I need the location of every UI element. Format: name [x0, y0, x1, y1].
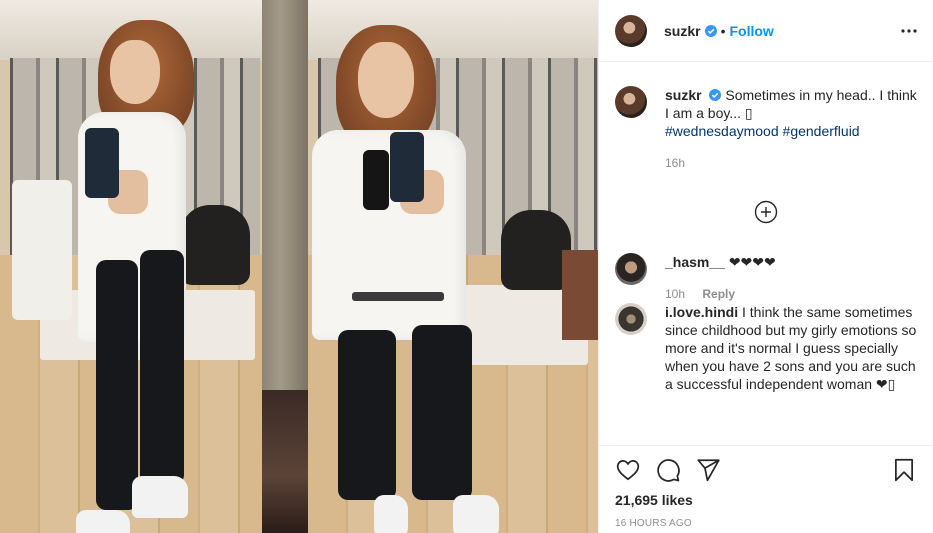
comments-section: suzkr Sometimes in my head.. I think I a…	[599, 62, 933, 445]
comment-username[interactable]: _hasm__	[665, 254, 725, 270]
load-more-comments[interactable]	[615, 200, 917, 227]
photo-left-panel	[0, 0, 262, 533]
reply-button[interactable]: Reply	[702, 287, 735, 301]
photo-right-panel	[308, 0, 598, 533]
verified-badge-icon	[709, 89, 722, 101]
post-header: suzkr • Follow	[599, 0, 933, 62]
caption-time[interactable]: 16h	[665, 156, 685, 170]
caption-username[interactable]: suzkr	[665, 87, 702, 103]
author-avatar[interactable]	[615, 14, 647, 47]
separator-dot: •	[720, 22, 726, 39]
comment-item: _hasm__ ❤❤❤❤ 10h Reply	[615, 253, 917, 303]
hashtag-link[interactable]: #wednesdaymood	[665, 123, 779, 139]
comment-text: ❤❤❤❤	[728, 254, 776, 270]
caption-text: Sometimes in my head.. I think I am a bo…	[665, 87, 917, 121]
post-timestamp[interactable]: 16 HOURS AGO	[615, 518, 917, 529]
post-actions: 21,695 likes 16 HOURS AGO	[599, 445, 933, 533]
follow-button[interactable]: Follow	[729, 23, 773, 39]
caption-avatar[interactable]	[615, 86, 647, 118]
author-username[interactable]: suzkr	[664, 23, 701, 39]
post-view: suzkr • Follow suzkr Sometimes in my hea…	[0, 0, 933, 533]
caption-emoji: ▯	[744, 105, 753, 121]
post-sidebar: suzkr • Follow suzkr Sometimes in my hea…	[598, 0, 933, 533]
hashtag-link[interactable]: #genderfluid	[783, 123, 860, 139]
share-icon[interactable]	[695, 457, 721, 483]
post-photo[interactable]	[0, 0, 598, 533]
bookmark-icon[interactable]	[891, 457, 917, 483]
comment-username[interactable]: i.love.hindi	[665, 304, 738, 320]
likes-count[interactable]: 21,695 likes	[615, 492, 917, 508]
commenter-avatar[interactable]	[615, 253, 647, 285]
commenter-avatar[interactable]	[615, 303, 647, 335]
comment-icon[interactable]	[655, 457, 681, 483]
heart-icon[interactable]	[615, 457, 641, 483]
comment-time[interactable]: 10h	[665, 287, 685, 301]
more-horizontal-icon[interactable]	[901, 28, 917, 33]
verified-badge-icon	[704, 24, 717, 37]
caption: suzkr Sometimes in my head.. I think I a…	[615, 86, 917, 172]
plus-circle-icon[interactable]	[754, 200, 778, 227]
comment-item: i.love.hindi I think the same sometimes …	[615, 303, 917, 393]
